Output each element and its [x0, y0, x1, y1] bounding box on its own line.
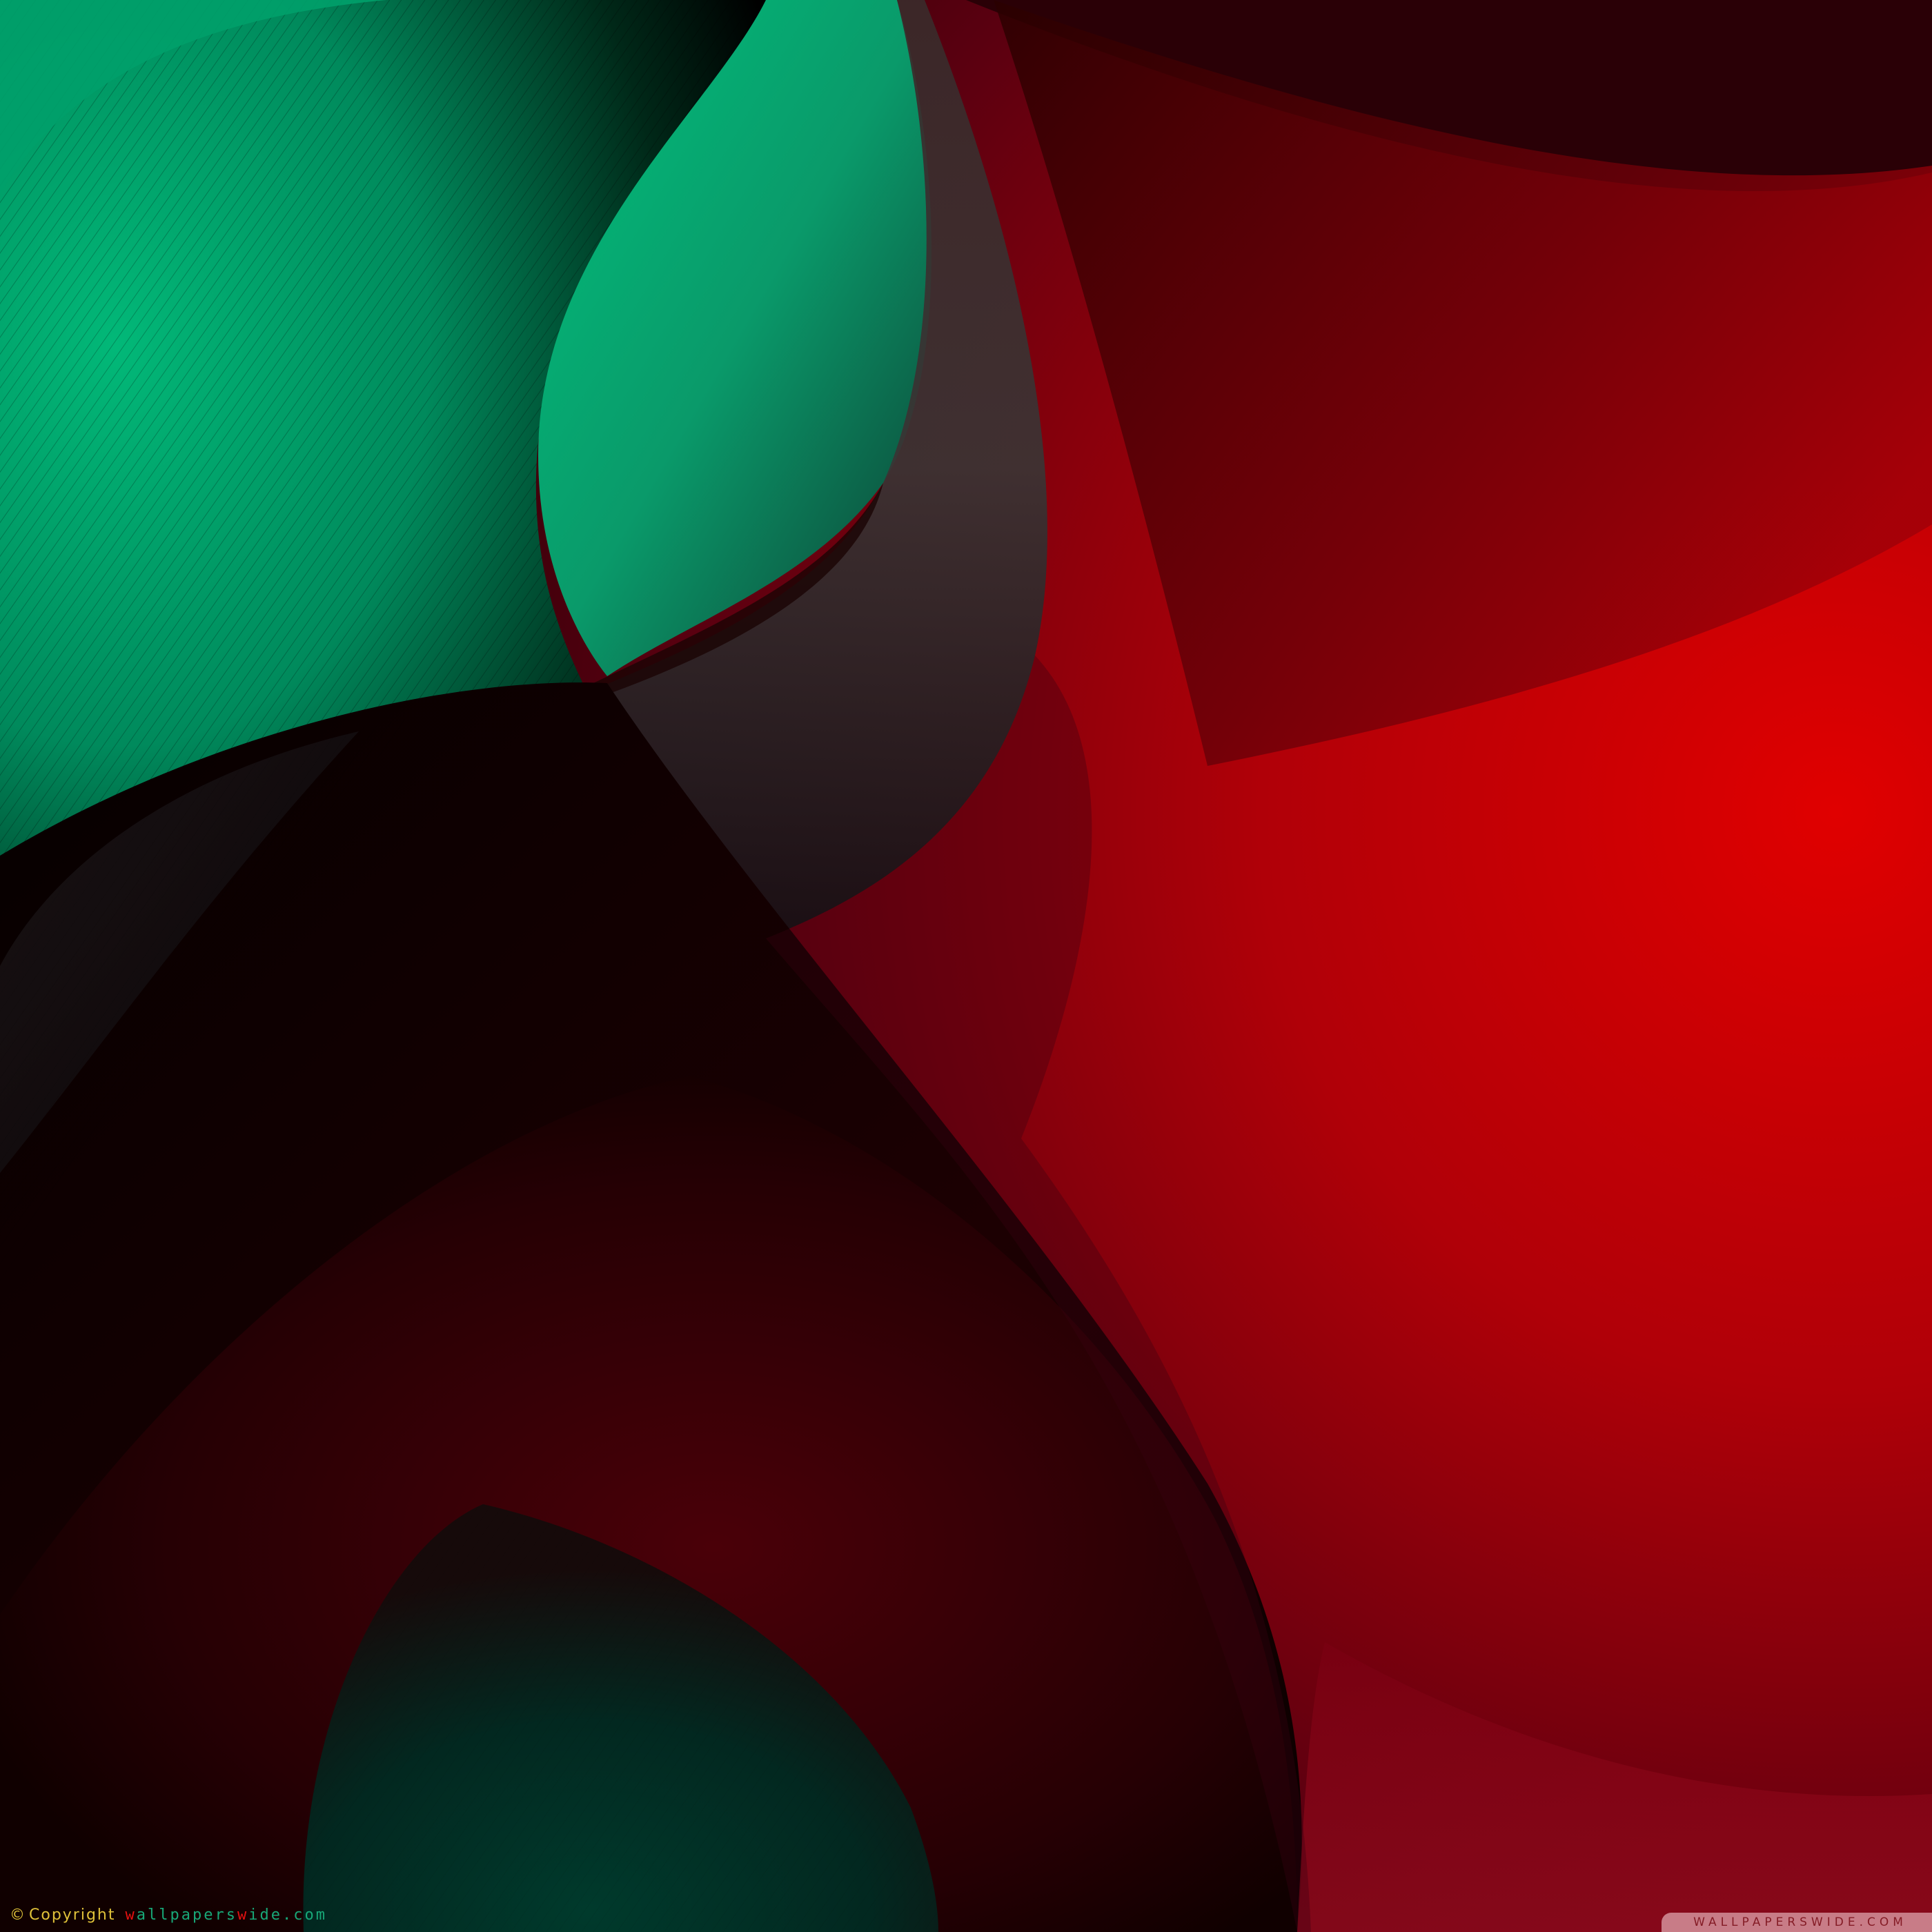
brand-part-2: s — [226, 1906, 237, 1924]
brand-part-0: w — [125, 1906, 137, 1924]
copyright-brand: wallpaperswide.com — [126, 1906, 327, 1924]
abstract-wave-artwork — [0, 0, 1932, 1932]
copyright-notice: © Copyright wallpaperswide.com — [10, 1904, 327, 1926]
copyright-symbol: © — [10, 1906, 25, 1924]
wallpaper-canvas: © Copyright wallpaperswide.com WALLPAPERSW… — [0, 0, 1932, 1932]
watermark-badge: WALLPAPERSWIDE.COM — [1662, 1913, 1932, 1932]
brand-part-4: ide.com — [248, 1906, 327, 1924]
brand-part-3: w — [237, 1906, 249, 1924]
copyright-word: Copyright — [29, 1906, 116, 1924]
brand-part-1: allpaper — [136, 1906, 226, 1924]
